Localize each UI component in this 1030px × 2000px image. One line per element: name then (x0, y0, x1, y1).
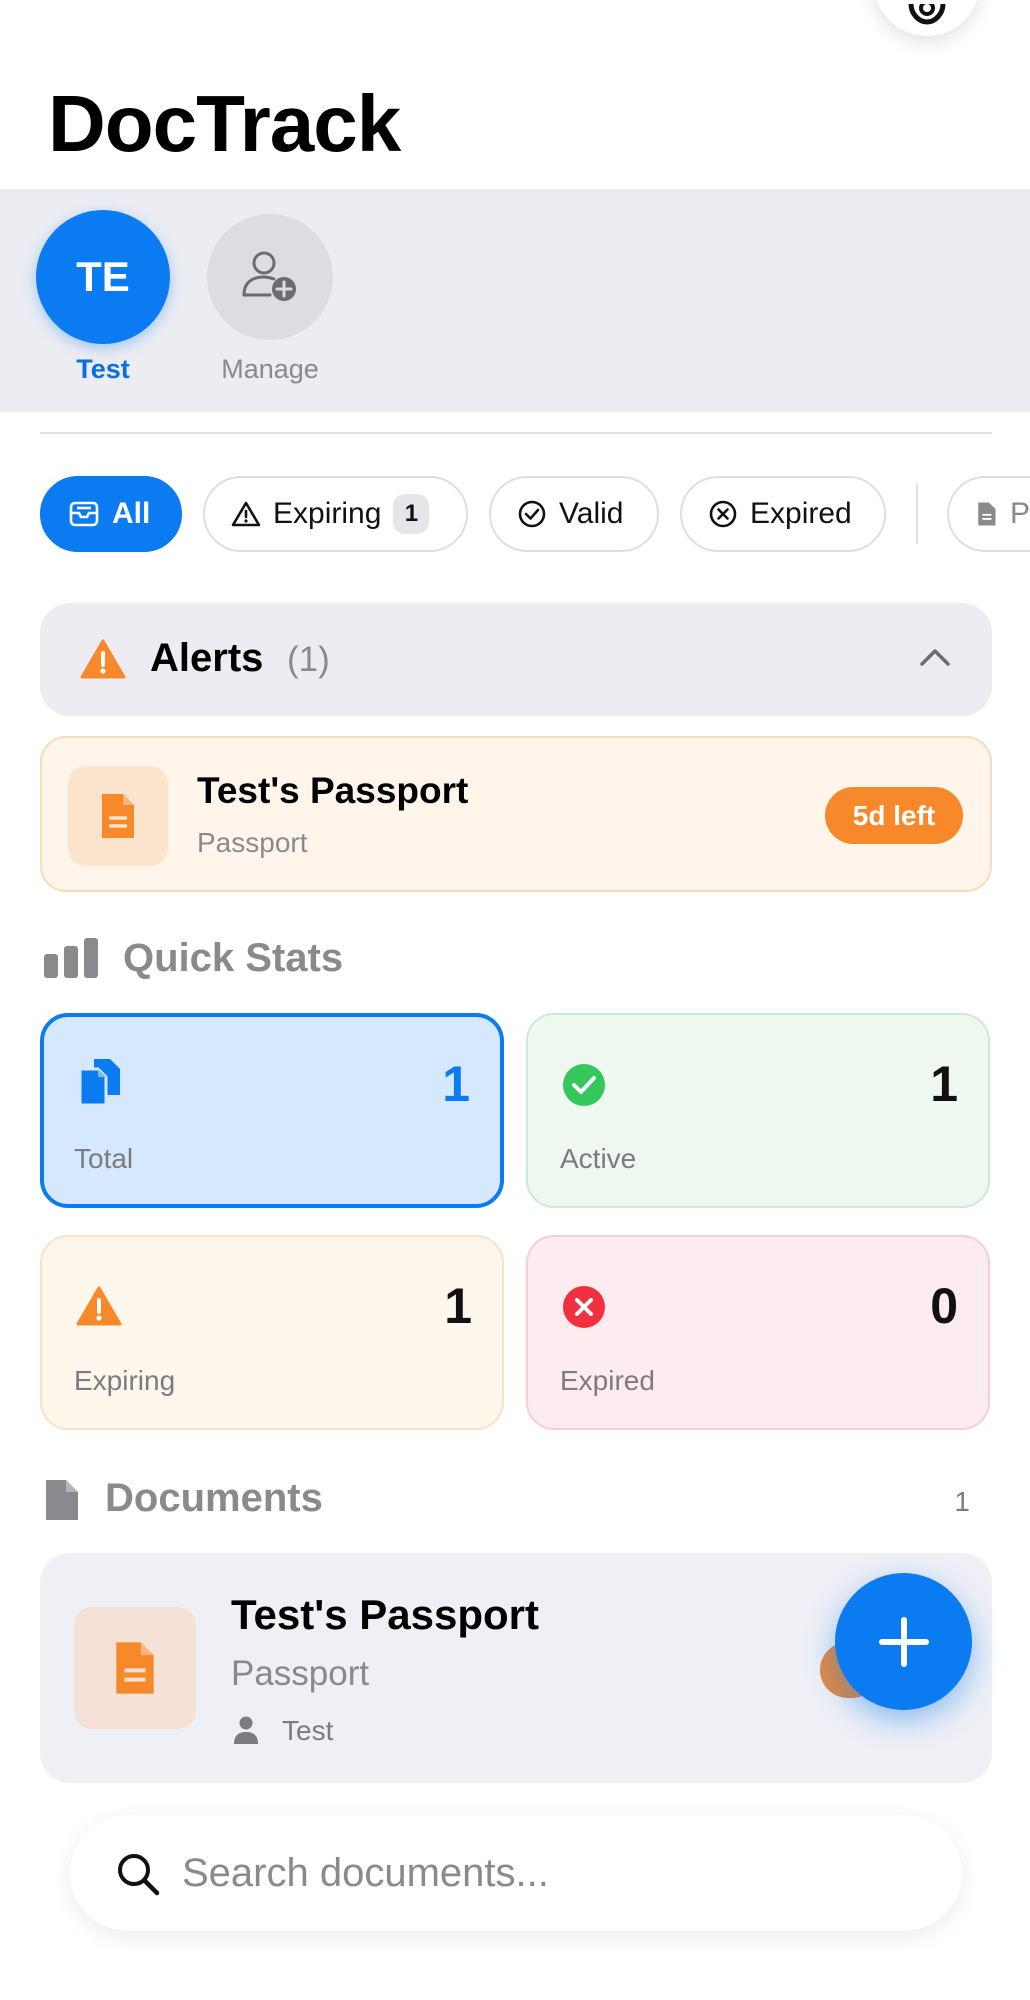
avatar-initials: TE (76, 253, 130, 300)
x-circle-icon (709, 500, 737, 528)
quick-stats-title: Quick Stats (123, 936, 344, 980)
x-circle-icon (563, 1286, 605, 1328)
settings-button[interactable] (874, 0, 980, 36)
stat-card-expired[interactable]: 0 Expired (526, 1235, 990, 1430)
warning-icon (80, 639, 126, 679)
stat-total-label: Total (74, 1143, 134, 1174)
manage-label[interactable]: Manage (195, 354, 345, 385)
manage-profiles-button[interactable] (207, 214, 333, 340)
stat-active-label: Active (560, 1143, 637, 1174)
filter-expired[interactable]: Expired (680, 476, 886, 552)
bar-chart-icon (44, 938, 98, 978)
search-icon (118, 1854, 160, 1896)
alert-document-name: Test's Passport (197, 770, 469, 811)
status-badge: 5d left (825, 787, 963, 844)
filter-all-label: All (112, 497, 151, 530)
filter-partial-label: P (1009, 497, 1030, 530)
stat-active-value: 1 (930, 1056, 958, 1112)
stat-expiring-label: Expiring (74, 1365, 176, 1396)
chevron-up-icon[interactable] (918, 646, 952, 668)
person-icon (234, 1716, 258, 1744)
document-icon (46, 1480, 78, 1520)
filter-partial[interactable]: P (947, 476, 1030, 552)
stat-card-expiring[interactable]: 1 Expiring (40, 1235, 504, 1430)
check-circle-icon (518, 500, 546, 528)
gear-icon (908, 4, 946, 25)
stat-expiring-value: 1 (444, 1278, 472, 1334)
stat-expired-value: 0 (930, 1278, 958, 1334)
check-circle-icon (563, 1064, 605, 1106)
document-icon (102, 794, 134, 838)
alerts-title: Alerts (150, 636, 264, 680)
app-title: DocTrack (48, 79, 401, 168)
documents-icon (78, 1059, 120, 1107)
document-name: Test's Passport (231, 1591, 539, 1638)
add-document-button[interactable] (835, 1573, 972, 1710)
warning-icon (231, 501, 261, 527)
filter-valid-label: Valid (559, 497, 624, 530)
document-owner: Test (282, 1715, 334, 1746)
search-input[interactable] (182, 1843, 922, 1903)
stat-total-value: 1 (442, 1056, 470, 1112)
tray-icon (69, 501, 99, 527)
filter-expired-label: Expired (750, 497, 852, 530)
document-icon (116, 1642, 154, 1694)
filter-all[interactable]: All (40, 476, 182, 552)
stat-card-active[interactable]: 1 Active (526, 1013, 990, 1208)
document-type: Passport (231, 1654, 370, 1693)
document-thumb (74, 1607, 196, 1729)
warning-icon (76, 1286, 122, 1326)
documents-title: Documents (105, 1476, 323, 1520)
stat-card-total[interactable]: 1 Total (40, 1013, 504, 1208)
divider (40, 432, 992, 434)
plus-icon (878, 1616, 929, 1667)
avatar[interactable]: TE (36, 210, 170, 344)
filter-expiring-label: Expiring (273, 497, 382, 530)
filter-expiring-count: 1 (393, 494, 430, 534)
chip-separator (916, 484, 918, 544)
profile-label[interactable]: Test (36, 354, 170, 385)
documents-count: 1 (954, 1486, 970, 1517)
alert-document-type: Passport (197, 827, 308, 858)
document-icon (978, 502, 996, 526)
alerts-count: (1) (287, 640, 330, 679)
filter-expiring[interactable]: Expiring 1 (203, 476, 468, 552)
document-thumb (68, 766, 168, 866)
stat-expired-label: Expired (560, 1365, 655, 1396)
add-user-icon (242, 251, 296, 301)
filter-valid[interactable]: Valid (489, 476, 659, 552)
